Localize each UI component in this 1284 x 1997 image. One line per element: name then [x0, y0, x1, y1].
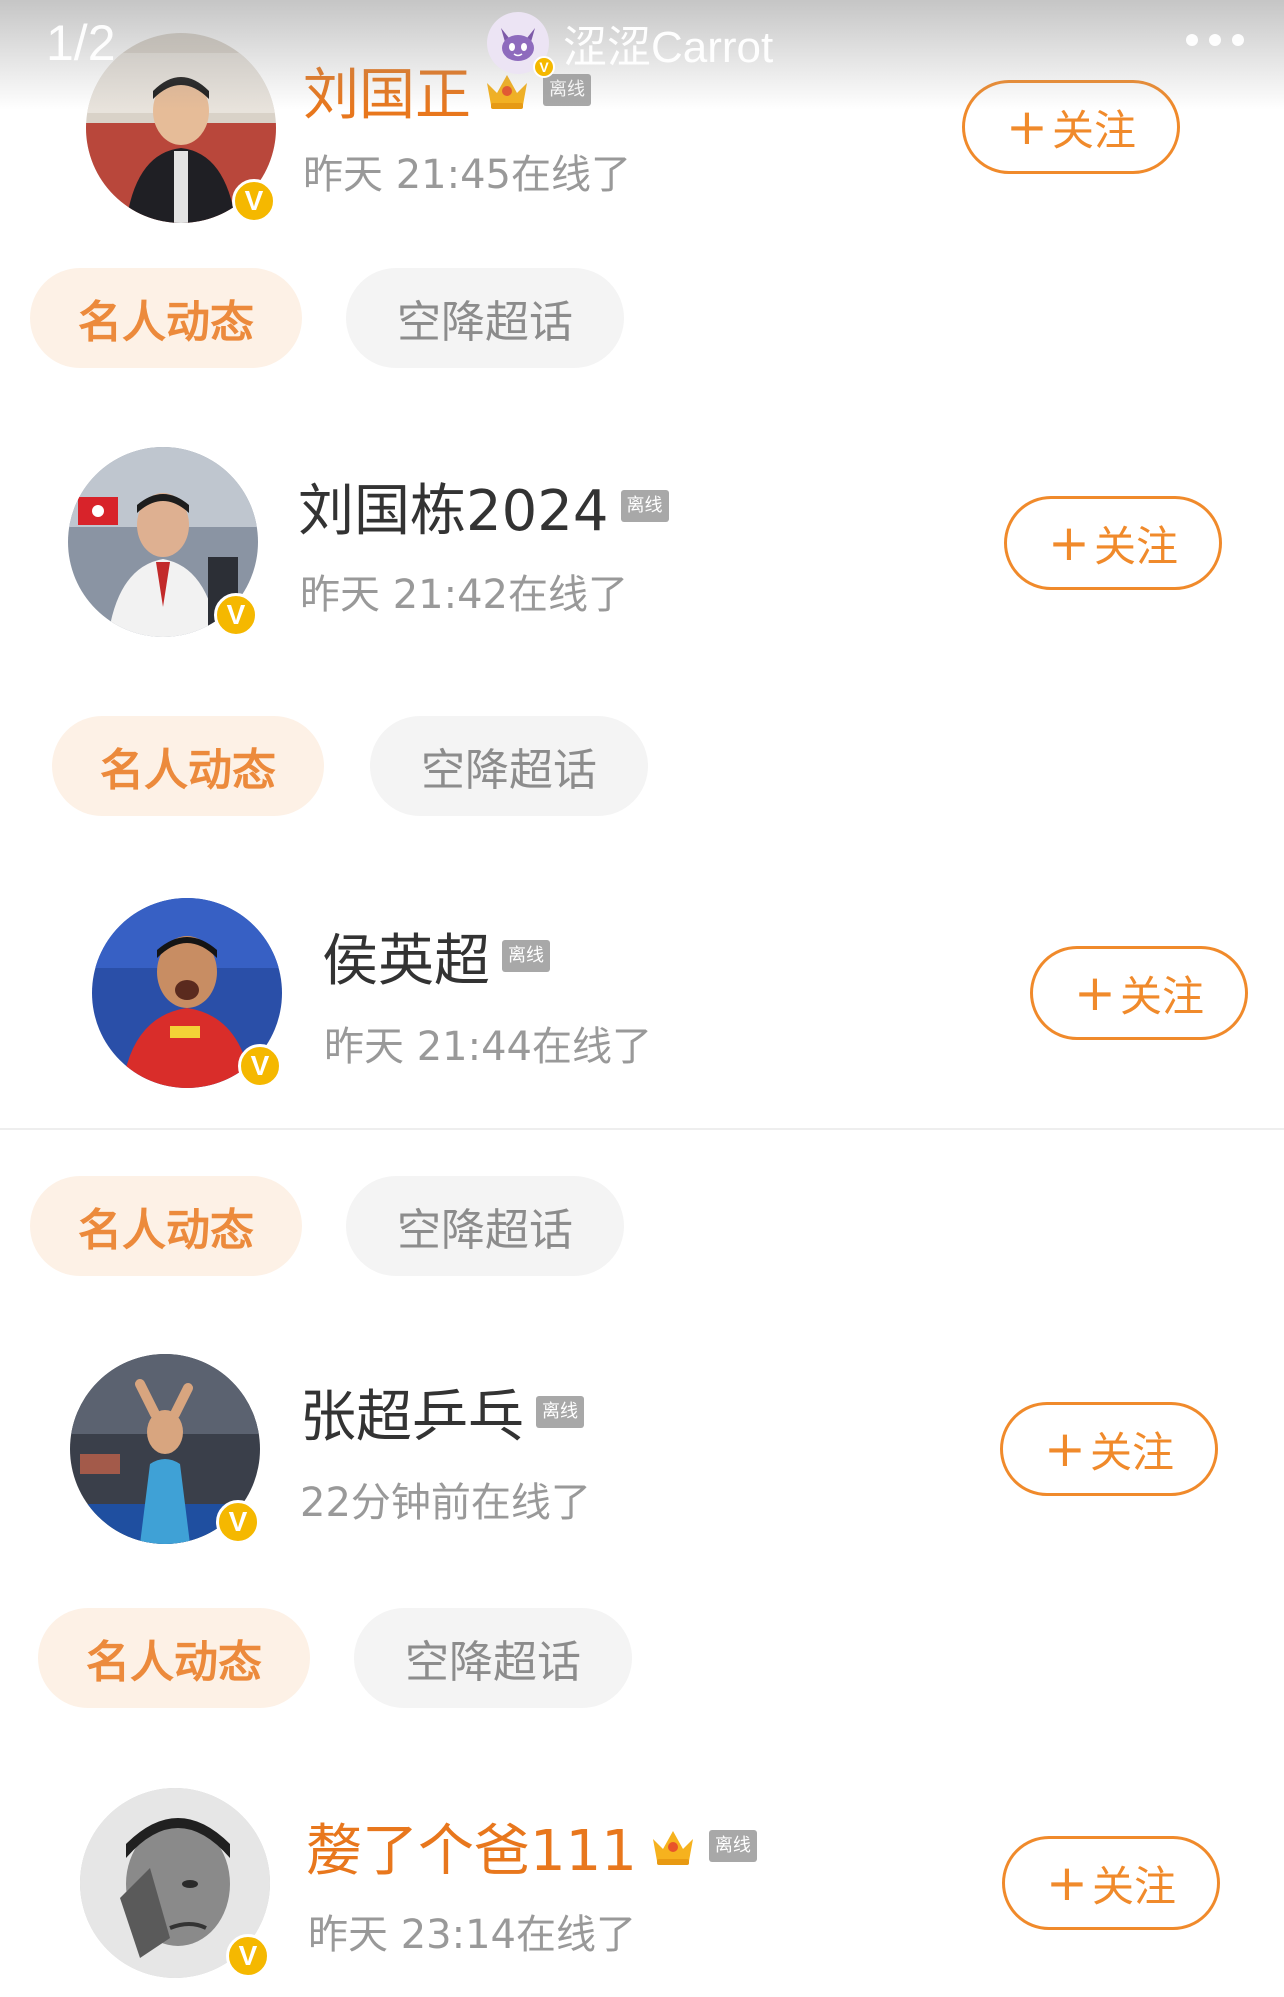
user-avatar[interactable]: V — [68, 447, 258, 637]
offline-badge: 离线 — [708, 1830, 757, 1862]
follow-button[interactable]: + 关注 — [1030, 946, 1248, 1040]
user-avatar[interactable]: V — [70, 1354, 260, 1544]
user-name-row: 嫠了个爸111 离线 — [306, 1808, 757, 1884]
user-name[interactable]: 嫠了个爸111 — [306, 1806, 637, 1887]
supertopic-tag[interactable]: 空降超话 — [346, 1176, 624, 1276]
plus-icon: + — [1074, 964, 1116, 1022]
verified-badge-icon: V — [226, 1934, 270, 1978]
user-name-row: 侯英超 离线 — [322, 918, 550, 994]
offline-badge: 离线 — [620, 490, 669, 522]
follow-button[interactable]: + 关注 — [1002, 1836, 1220, 1930]
last-online-text: 22分钟前在线了 — [300, 1480, 591, 1526]
poster-name[interactable]: 涩涩Carrot — [563, 11, 773, 75]
section-divider — [0, 1128, 1284, 1130]
supertopic-tag[interactable]: 空降超话 — [346, 268, 624, 368]
supertopic-tag[interactable]: 空降超话 — [354, 1608, 632, 1708]
verified-badge-icon: V — [216, 1500, 260, 1544]
last-online-text: 昨天 23:14在线了 — [308, 1912, 636, 1958]
supertopic-tag[interactable]: 空降超话 — [370, 716, 648, 816]
celebrity-news-tag[interactable]: 名人动态 — [52, 716, 324, 816]
offline-badge: 离线 — [502, 940, 550, 972]
user-avatar[interactable]: V — [92, 898, 282, 1088]
poster-avatar[interactable]: V — [487, 12, 555, 78]
user-avatar[interactable]: V — [80, 1788, 270, 1978]
more-options-icon[interactable] — [1186, 34, 1244, 46]
page-counter: 1/2 — [46, 15, 116, 71]
cat-avatar-icon — [501, 28, 535, 61]
crown-icon — [652, 1831, 693, 1865]
verified-badge-icon: V — [533, 56, 555, 78]
plus-icon: + — [1048, 514, 1090, 572]
user-name[interactable]: 张超乒乓 — [300, 1372, 524, 1453]
user-name-row: 刘国栋2024 离线 — [298, 468, 669, 544]
celebrity-news-tag[interactable]: 名人动态 — [38, 1608, 310, 1708]
last-online-text: 昨天 21:45在线了 — [303, 152, 631, 198]
follow-button[interactable]: + 关注 — [1000, 1402, 1218, 1496]
verified-badge-icon: V — [232, 179, 276, 223]
poster-info[interactable]: V 涩涩Carrot — [487, 8, 773, 78]
last-online-text: 昨天 21:42在线了 — [300, 572, 628, 618]
last-online-text: 昨天 21:44在线了 — [324, 1024, 652, 1070]
verified-badge-icon: V — [238, 1044, 282, 1088]
offline-badge: 离线 — [536, 1396, 584, 1428]
user-name[interactable]: 刘国栋2024 — [298, 466, 609, 547]
follow-button[interactable]: + 关注 — [1004, 496, 1222, 590]
user-name-row: 张超乒乓 离线 — [300, 1374, 584, 1450]
plus-icon: + — [1044, 1420, 1086, 1478]
celebrity-news-tag[interactable]: 名人动态 — [30, 268, 302, 368]
verified-badge-icon: V — [214, 593, 258, 637]
plus-icon: + — [1046, 1854, 1088, 1912]
celebrity-news-tag[interactable]: 名人动态 — [30, 1176, 302, 1276]
user-name[interactable]: 侯英超 — [322, 916, 490, 997]
top-bar: 1/2 V 涩涩Carrot — [0, 0, 1284, 110]
